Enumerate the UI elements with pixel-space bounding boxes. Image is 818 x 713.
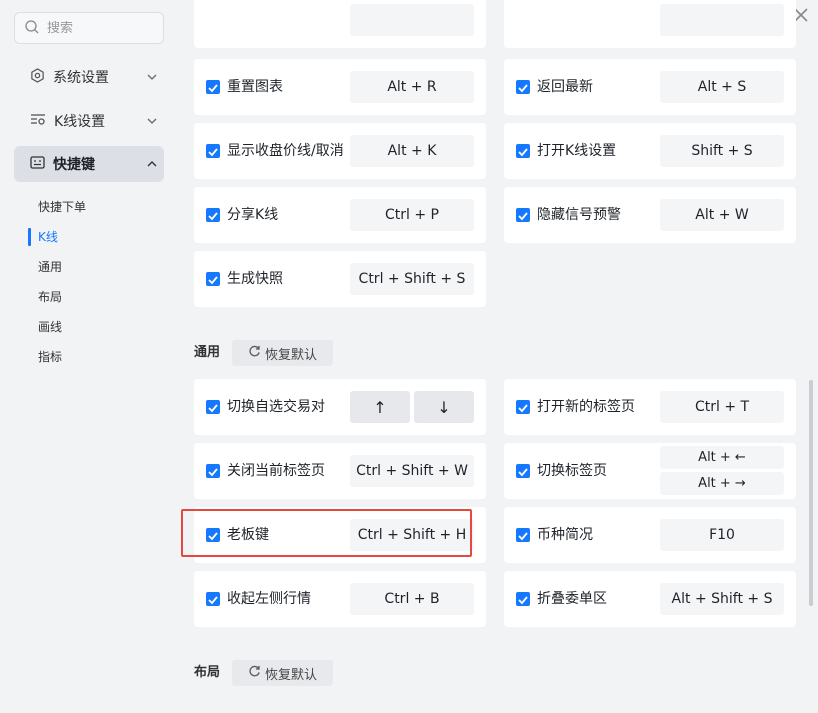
shortcut-card: 切换自选交易对 ↑ ↓	[194, 379, 486, 435]
sub-item-layout[interactable]: 布局	[38, 287, 62, 307]
sidebar: 系统设置 K线设置 快捷键 快捷下单 K线 通用 布局 画线 指标	[0, 0, 180, 713]
search-input[interactable]	[47, 20, 157, 36]
shortcut-name: 切换标签页	[537, 463, 607, 479]
sidebar-item-kline-settings[interactable]: K线设置	[14, 103, 164, 139]
shortcut-key[interactable]: Alt + Shift + S	[660, 583, 784, 615]
sidebar-item-label: K线设置	[54, 114, 106, 130]
shortcut-card: 显示收盘价线/取消 Alt + K	[194, 123, 486, 179]
shortcut-key[interactable]: Alt + K	[350, 135, 474, 167]
shortcut-name: 切换自选交易对	[227, 399, 325, 415]
active-indicator	[28, 228, 31, 246]
checkbox-checked-icon[interactable]	[516, 144, 530, 158]
shortcut-key[interactable]: Alt + R	[350, 71, 474, 103]
sub-item-kline[interactable]: K线	[38, 227, 58, 247]
shortcut-card: 收起左侧行情 Ctrl + B	[194, 571, 486, 627]
shortcut-name: 打开K线设置	[537, 143, 617, 159]
shortcut-key-up[interactable]: ↑	[350, 391, 410, 423]
shortcut-key[interactable]: Ctrl + B	[350, 583, 474, 615]
arrow-down-icon: ↓	[437, 397, 451, 417]
checkbox-checked-icon[interactable]	[206, 464, 220, 478]
shortcut-card: 切换标签页 Alt + ← Alt + →	[504, 443, 796, 499]
shortcut-name: 分享K线	[227, 207, 279, 223]
keyboard-icon	[30, 155, 45, 173]
checkbox-checked-icon[interactable]	[206, 272, 220, 286]
shortcut-name: 关闭当前标签页	[227, 463, 325, 479]
checkbox-checked-icon[interactable]	[206, 208, 220, 222]
sidebar-item-label: 系统设置	[53, 70, 109, 86]
shortcut-card: 隐藏信号预警 Alt + W	[504, 187, 796, 243]
shortcut-key[interactable]: Ctrl + P	[350, 199, 474, 231]
checkbox-checked-icon[interactable]	[516, 400, 530, 414]
shortcut-name: 隐藏信号预警	[537, 207, 621, 223]
shortcut-name: 折叠委单区	[537, 591, 607, 607]
shortcut-name: 币种简况	[537, 527, 593, 543]
shortcut-card: 关闭当前标签页 Ctrl + Shift + W	[194, 443, 486, 499]
section-title-layout: 布局	[194, 665, 221, 680]
checkbox-checked-icon[interactable]	[516, 208, 530, 222]
checkbox-checked-icon[interactable]	[206, 80, 220, 94]
shortcut-key[interactable]	[660, 4, 784, 36]
shortcut-key[interactable]: Ctrl + T	[660, 391, 784, 423]
reset-default-button[interactable]: 恢复默认	[232, 340, 333, 366]
arrow-up-icon: ↑	[373, 397, 387, 417]
shortcut-card: 折叠委单区 Alt + Shift + S	[504, 571, 796, 627]
chevron-down-icon	[140, 118, 164, 124]
shortcut-name: 显示收盘价线/取消	[227, 143, 344, 159]
checkbox-checked-icon[interactable]	[516, 528, 530, 542]
sidebar-item-label: 快捷键	[53, 157, 95, 173]
reset-default-button[interactable]: 恢复默认	[232, 660, 333, 686]
shortcut-key[interactable]: Shift + S	[660, 135, 784, 167]
shortcut-name: 打开新的标签页	[537, 399, 635, 415]
shortcut-card: 返回最新 Alt + S	[504, 59, 796, 115]
sub-item-drawing[interactable]: 画线	[38, 317, 62, 337]
search-icon	[25, 19, 39, 38]
shortcut-key[interactable]: Ctrl + Shift + W	[350, 455, 474, 487]
checkbox-checked-icon[interactable]	[516, 80, 530, 94]
gear-icon	[30, 67, 45, 87]
reset-default-label: 恢复默认	[264, 347, 317, 363]
shortcut-key-down[interactable]: ↓	[414, 391, 474, 423]
checkbox-checked-icon[interactable]	[516, 464, 530, 478]
refresh-icon	[248, 345, 261, 362]
shortcut-key[interactable]	[350, 4, 474, 36]
shortcut-card	[504, 0, 796, 48]
chevron-up-icon	[140, 161, 164, 167]
shortcut-key[interactable]: Alt + W	[660, 199, 784, 231]
shortcut-card: 打开K线设置 Shift + S	[504, 123, 796, 179]
shortcut-name: 生成快照	[227, 271, 283, 287]
highlight-box	[181, 509, 472, 557]
sub-item-general[interactable]: 通用	[38, 257, 62, 277]
checkbox-checked-icon[interactable]	[206, 592, 220, 606]
shortcut-card	[194, 0, 486, 48]
chevron-down-icon	[140, 74, 164, 80]
section-title-general: 通用	[194, 345, 221, 360]
shortcut-key[interactable]: Alt + ←	[660, 446, 784, 469]
shortcut-card: 分享K线 Ctrl + P	[194, 187, 486, 243]
shortcut-name: 返回最新	[537, 79, 593, 95]
shortcut-name: 重置图表	[227, 79, 283, 95]
search-box[interactable]	[14, 12, 164, 44]
shortcut-card: 币种简况 F10	[504, 507, 796, 563]
shortcut-key[interactable]: Alt + S	[660, 71, 784, 103]
checkbox-checked-icon[interactable]	[516, 592, 530, 606]
scrollbar[interactable]	[809, 380, 813, 606]
shortcut-name: 收起左侧行情	[227, 591, 311, 607]
sub-item-quick-order[interactable]: 快捷下单	[38, 197, 86, 217]
sidebar-item-shortcuts[interactable]: 快捷键	[14, 146, 164, 182]
shortcut-key[interactable]: Alt + →	[660, 472, 784, 495]
refresh-icon	[248, 665, 261, 682]
sub-item-indicators[interactable]: 指标	[38, 347, 62, 367]
checkbox-checked-icon[interactable]	[206, 144, 220, 158]
kline-settings-icon	[30, 112, 46, 130]
sidebar-item-system-settings[interactable]: 系统设置	[14, 59, 164, 95]
shortcut-key[interactable]: F10	[660, 519, 784, 551]
shortcut-key[interactable]: Ctrl + Shift + S	[350, 263, 474, 295]
shortcut-card: 打开新的标签页 Ctrl + T	[504, 379, 796, 435]
shortcut-card: 生成快照 Ctrl + Shift + S	[194, 251, 486, 307]
shortcut-card: 重置图表 Alt + R	[194, 59, 486, 115]
reset-default-label: 恢复默认	[264, 667, 317, 683]
checkbox-checked-icon[interactable]	[206, 400, 220, 414]
